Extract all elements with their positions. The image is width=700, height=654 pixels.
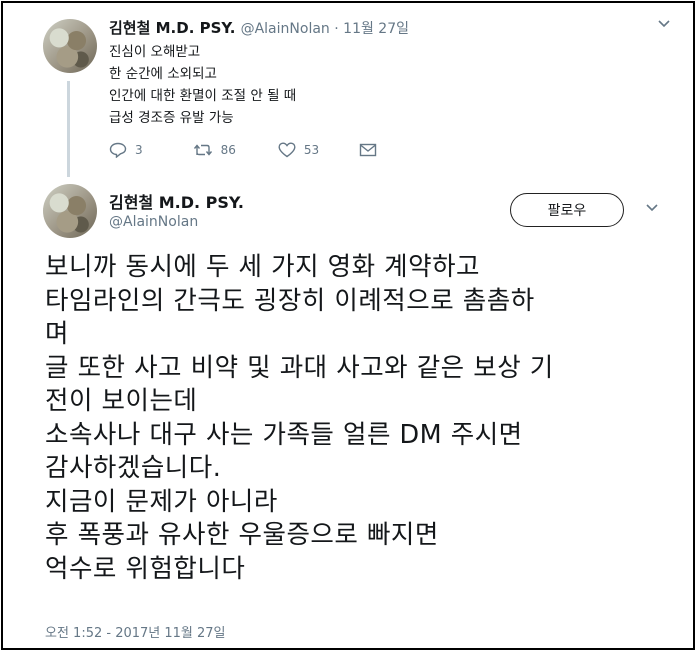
tweet-date[interactable]: 11월 27일 bbox=[343, 21, 409, 37]
retweet-icon bbox=[193, 144, 212, 156]
tweet-timestamp[interactable]: 오전 1:52 - 2017년 11월 27일 bbox=[45, 622, 226, 641]
tweet-line: 전이 보이는데 bbox=[45, 386, 198, 416]
retweet-button[interactable]: 86 bbox=[193, 143, 236, 157]
tweet-line: 지금이 문제가 아니라 bbox=[45, 486, 278, 517]
like-count: 53 bbox=[303, 143, 320, 157]
author-handle[interactable]: @AlainNolan bbox=[241, 21, 330, 37]
like-button[interactable]: 53 bbox=[278, 142, 319, 158]
reply-tweet-header: 김현철 M.D. PSY. @AlainNolan · 11월 27일 bbox=[109, 17, 409, 38]
thread-connector-line bbox=[67, 81, 70, 177]
tweet-line: 보니까 동시에 두 세 가지 영화 계약하고 bbox=[45, 252, 480, 282]
reply-count: 3 bbox=[135, 143, 143, 157]
tweet-line: 후 폭풍과 유사한 우울증으로 빠지면 bbox=[45, 520, 439, 550]
avatar[interactable] bbox=[43, 184, 97, 238]
direct-message-button[interactable] bbox=[359, 143, 385, 157]
tweet-line: 억수로 위험합니다 bbox=[45, 553, 246, 584]
reply-tweet-text: 진심이 오해받고 한 순간에 소외되고 인간에 대한 환멸이 조절 안 될 때 … bbox=[109, 41, 296, 129]
heart-icon bbox=[278, 142, 296, 158]
retweet-count: 86 bbox=[220, 143, 236, 157]
envelope-icon bbox=[360, 143, 377, 157]
tweet-line: 인간에 대한 환멸이 조절 안 될 때 bbox=[109, 88, 297, 104]
tweet-line: 소속사나 대구 사는 가족들 얼른 DM 주시면 bbox=[45, 419, 523, 450]
reply-icon bbox=[109, 142, 127, 158]
tweet-line: 진심이 오해받고 bbox=[109, 44, 201, 60]
tweet-line: 며 bbox=[45, 319, 69, 349]
tweet-actions: 3 86 53 bbox=[109, 142, 423, 158]
tweet-thread-frame: 김현철 M.D. PSY. @AlainNolan · 11월 27일 진심이 … bbox=[1, 1, 695, 650]
author-name[interactable]: 김현철 M.D. PSY. bbox=[109, 189, 244, 213]
tweet-line: 한 순간에 소외되고 bbox=[109, 66, 217, 82]
dot-separator: · bbox=[329, 21, 344, 37]
author-name[interactable]: 김현철 M.D. PSY. bbox=[109, 19, 236, 37]
tweet-line: 급성 경조증 유발 가능 bbox=[109, 110, 234, 126]
reply-button[interactable]: 3 bbox=[109, 142, 143, 158]
chevron-down-icon[interactable] bbox=[645, 203, 659, 213]
follow-button[interactable]: 팔로우 bbox=[510, 193, 624, 227]
tweet-line: 감사하겠습니다. bbox=[45, 453, 222, 483]
chevron-down-icon[interactable] bbox=[657, 19, 671, 29]
tweet-line: 글 또한 사고 비약 및 과대 사고와 같은 보상 기 bbox=[45, 352, 554, 383]
main-tweet-text: 보니까 동시에 두 세 가지 영화 계약하고 타임라인의 간극도 굉장히 이례적… bbox=[45, 251, 685, 586]
avatar[interactable] bbox=[43, 19, 97, 73]
tweet-line: 타임라인의 간극도 굉장히 이례적으로 촘촘하 bbox=[45, 285, 535, 316]
author-handle[interactable]: @AlainNolan bbox=[109, 214, 198, 230]
